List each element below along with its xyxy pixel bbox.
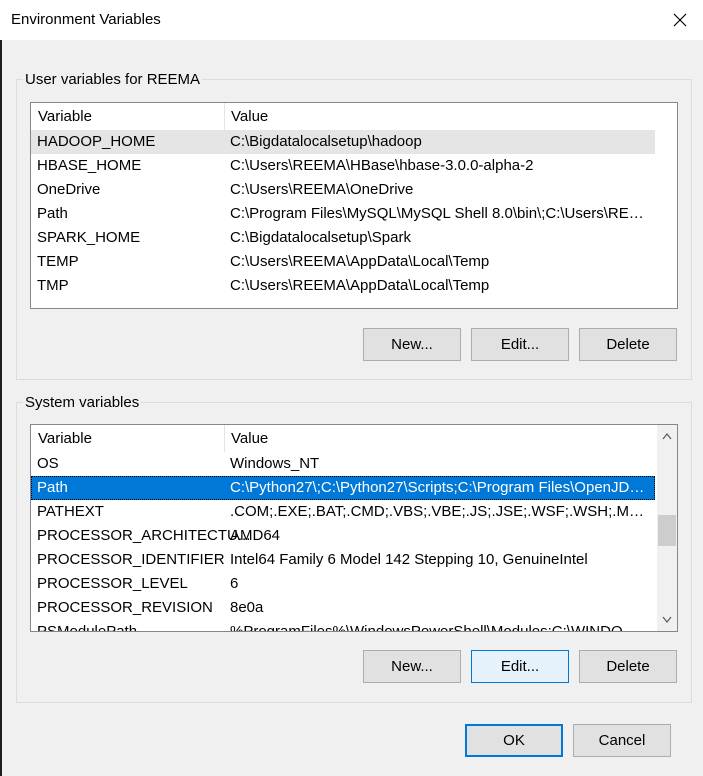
system-new-button[interactable]: New... <box>363 650 461 683</box>
column-separator[interactable] <box>224 103 225 130</box>
variable-name: PROCESSOR_LEVEL <box>37 575 188 592</box>
variable-value: .COM;.EXE;.BAT;.CMD;.VBS;.VBE;.JS;.JSE;.… <box>230 503 648 520</box>
variable-value: Windows_NT <box>230 455 320 472</box>
scrollbar-thumb[interactable] <box>658 515 676 546</box>
variable-name: PROCESSOR_ARCHITECTU... <box>37 527 251 544</box>
variable-name: PATHEXT <box>37 503 104 520</box>
variable-value: 6 <box>230 575 239 592</box>
variable-name: Path <box>37 205 68 222</box>
table-row[interactable]: PATHEXT .COM;.EXE;.BAT;.CMD;.VBS;.VBE;.JS… <box>31 500 655 524</box>
environment-variables-dialog: Environment Variables User variables for… <box>0 0 703 776</box>
table-row[interactable]: PROCESSOR_REVISION 8e0a <box>31 596 655 620</box>
variable-value: C:\Bigdatalocalsetup\Spark <box>230 229 411 246</box>
title-bar: Environment Variables <box>0 0 703 40</box>
cancel-button[interactable]: Cancel <box>573 724 671 757</box>
variable-value: C:\Users\REEMA\HBase\hbase-3.0.0-alpha-2 <box>230 157 534 174</box>
table-row[interactable]: HADOOP_HOME C:\Bigdatalocalsetup\hadoop <box>31 130 655 154</box>
variable-name: OneDrive <box>37 181 101 198</box>
table-row[interactable]: PSModulePath %ProgramFiles%\WindowsPowerS… <box>31 620 655 632</box>
window-edge <box>0 40 2 776</box>
variable-name: Path <box>37 479 68 496</box>
variable-value: AMD64 <box>230 527 281 544</box>
table-row[interactable]: PROCESSOR_ARCHITECTU... AMD64 <box>31 524 655 548</box>
close-button[interactable] <box>657 0 703 40</box>
table-row[interactable]: Path C:\Program Files\MySQL\MySQL Shell 8… <box>31 202 655 226</box>
column-separator[interactable] <box>224 425 225 452</box>
column-header-value[interactable]: Value <box>231 108 268 125</box>
table-row[interactable]: OneDrive C:\Users\REEMA\OneDrive <box>31 178 655 202</box>
user-variables-label: User variables for REEMA <box>23 71 203 88</box>
table-row[interactable]: SPARK_HOME C:\Bigdatalocalsetup\Spark <box>31 226 655 250</box>
list-header: Variable Value <box>31 425 677 452</box>
close-icon <box>673 13 687 27</box>
column-header-value[interactable]: Value <box>231 430 268 447</box>
variable-value: C:\Users\REEMA\OneDrive <box>230 181 414 198</box>
variable-name: HADOOP_HOME <box>37 133 156 150</box>
variable-name: PROCESSOR_IDENTIFIER <box>37 551 225 568</box>
variable-name: PSModulePath <box>37 623 138 632</box>
system-edit-button[interactable]: Edit... <box>471 650 569 683</box>
scroll-down-button[interactable] <box>658 611 675 628</box>
user-delete-button[interactable]: Delete <box>579 328 677 361</box>
ok-button[interactable]: OK <box>465 724 563 757</box>
chevron-up-icon <box>661 433 672 440</box>
vertical-scrollbar[interactable] <box>657 425 677 631</box>
variable-name: TMP <box>37 277 69 294</box>
table-row[interactable]: OS Windows_NT <box>31 452 655 476</box>
window-title: Environment Variables <box>11 11 161 28</box>
variable-name: SPARK_HOME <box>37 229 141 246</box>
variable-name: HBASE_HOME <box>37 157 142 174</box>
system-variables-label: System variables <box>23 394 142 411</box>
table-row[interactable]: Path C:\Python27\;C:\Python27\Scripts;C:\… <box>31 476 655 500</box>
list-header: Variable Value <box>31 103 677 130</box>
user-new-button[interactable]: New... <box>363 328 461 361</box>
table-row[interactable]: TMP C:\Users\REEMA\AppData\Local\Temp <box>31 274 655 298</box>
user-edit-button[interactable]: Edit... <box>471 328 569 361</box>
variable-value: C:\Python27\;C:\Python27\Scripts;C:\Prog… <box>230 479 648 496</box>
column-header-variable[interactable]: Variable <box>38 108 92 125</box>
table-row[interactable]: PROCESSOR_LEVEL 6 <box>31 572 655 596</box>
variable-name: OS <box>37 455 59 472</box>
variable-value: Intel64 Family 6 Model 142 Stepping 10, … <box>230 551 588 568</box>
variable-value: C:\Bigdatalocalsetup\hadoop <box>230 133 422 150</box>
table-row[interactable]: HBASE_HOME C:\Users\REEMA\HBase\hbase-3.0… <box>31 154 655 178</box>
variable-value: %ProgramFiles%\WindowsPowerShell\Modules… <box>230 623 648 632</box>
chevron-down-icon <box>661 616 672 623</box>
scroll-up-button[interactable] <box>658 428 675 445</box>
variable-value: C:\Users\REEMA\AppData\Local\Temp <box>230 277 490 294</box>
table-row[interactable]: TEMP C:\Users\REEMA\AppData\Local\Temp <box>31 250 655 274</box>
system-delete-button[interactable]: Delete <box>579 650 677 683</box>
variable-name: TEMP <box>37 253 79 270</box>
variable-value: C:\Program Files\MySQL\MySQL Shell 8.0\b… <box>230 205 648 222</box>
user-variables-list[interactable]: Variable Value HADOOP_HOME C:\Bigdataloca… <box>30 102 678 309</box>
variable-value: C:\Users\REEMA\AppData\Local\Temp <box>230 253 490 270</box>
variable-name: PROCESSOR_REVISION <box>37 599 213 616</box>
table-row[interactable]: PROCESSOR_IDENTIFIER Intel64 Family 6 Mod… <box>31 548 655 572</box>
variable-value: 8e0a <box>230 599 264 616</box>
system-variables-list[interactable]: Variable Value OS Windows_NT Path C:\Python… <box>30 424 678 632</box>
column-header-variable[interactable]: Variable <box>38 430 92 447</box>
